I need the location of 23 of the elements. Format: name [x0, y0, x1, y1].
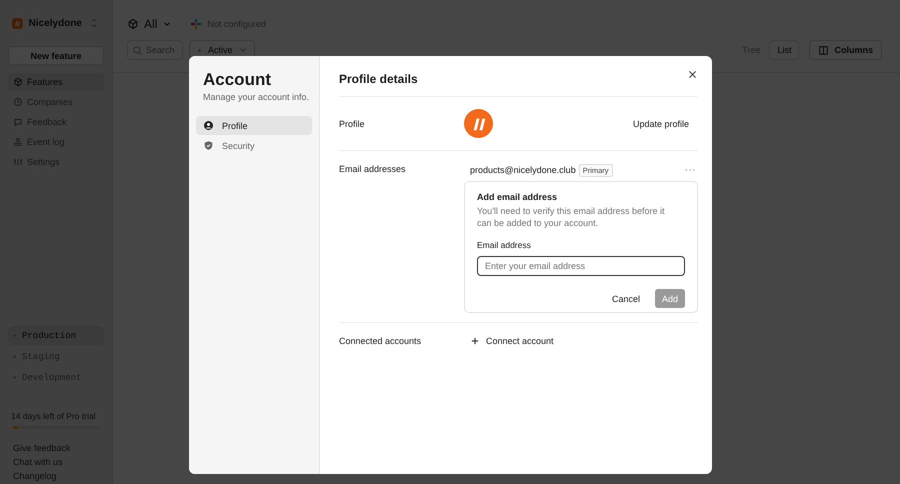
- update-profile-button[interactable]: Update profile: [624, 116, 698, 132]
- card-description: You'll need to verify this email address before it can be added to your account.: [477, 205, 666, 229]
- cancel-button[interactable]: Cancel: [602, 290, 649, 306]
- close-icon: [687, 68, 698, 80]
- dialog-title: Account: [202, 70, 272, 90]
- email-input[interactable]: Enter your email address: [477, 256, 685, 276]
- user-icon: [203, 120, 214, 131]
- row-label: Email addresses: [339, 163, 407, 176]
- section-heading: Profile details: [339, 71, 418, 86]
- connect-account-button[interactable]: Connect account: [464, 336, 560, 346]
- card-title: Add email address: [477, 192, 558, 202]
- close-button[interactable]: [687, 68, 698, 80]
- dialog-tab[interactable]: Security: [196, 136, 312, 155]
- row-label: Connected accounts: [339, 336, 422, 346]
- dialog-subtitle: Manage your account info.: [202, 92, 310, 102]
- plus-icon: [470, 336, 480, 346]
- dialog-tab[interactable]: Profile: [196, 116, 312, 135]
- field-label: Email address: [477, 240, 532, 250]
- email-address: products@nicelydone.club: [470, 165, 576, 175]
- workspace-name: Nicelydone: [28, 18, 82, 28]
- logo-icon: [464, 109, 493, 138]
- row-label: Profile: [339, 118, 366, 128]
- shield-icon: [203, 140, 214, 151]
